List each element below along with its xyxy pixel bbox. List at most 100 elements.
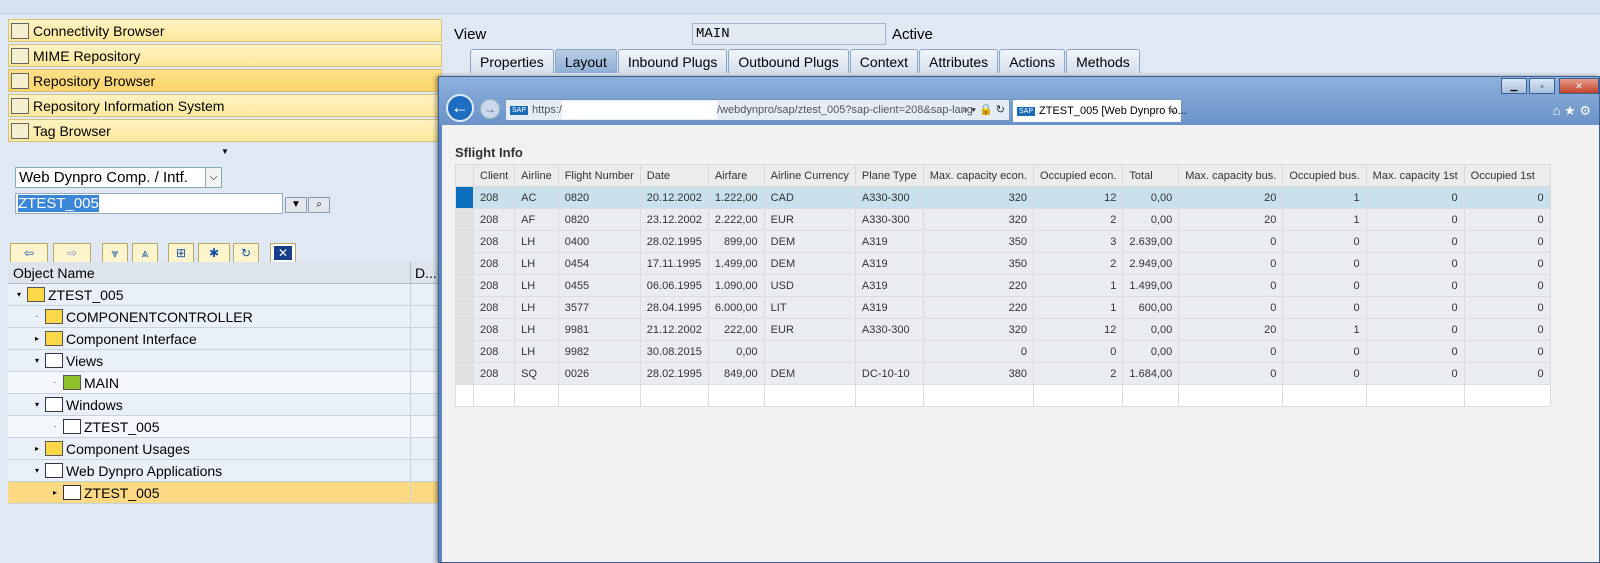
column-header[interactable]: Airline xyxy=(514,164,559,187)
column-header[interactable]: Max. capacity econ. xyxy=(922,164,1034,187)
close-tab-icon[interactable]: ✕ xyxy=(1168,100,1177,122)
table-cell: LH xyxy=(514,274,559,297)
table-row[interactable]: 208 LH 3577 28.04.1995 6.000,00 LIT A319 220 1 60… xyxy=(455,296,1551,319)
column-header[interactable]: Total xyxy=(1122,164,1180,187)
tab-properties[interactable]: Properties xyxy=(470,49,554,73)
tree-node[interactable]: · MAIN xyxy=(8,372,440,394)
column-header[interactable]: Flight Number xyxy=(557,164,641,187)
tab-methods[interactable]: Methods xyxy=(1066,49,1140,73)
column-header[interactable]: Max. capacity 1st xyxy=(1365,164,1465,187)
tab-context[interactable]: Context xyxy=(849,49,919,73)
maximize-button[interactable]: ▫ xyxy=(1529,78,1555,94)
search-lock-refresh-icons[interactable]: ⌕ ▾ 🔒 ↻ xyxy=(962,100,1005,120)
back-button[interactable]: ⇦ xyxy=(10,243,48,263)
object-type-select[interactable]: Web Dynpro Comp. / Intf. ⌵ xyxy=(15,167,222,188)
column-header[interactable]: Occupied 1st xyxy=(1463,164,1551,187)
forward-button[interactable]: ⇨ xyxy=(53,243,91,263)
minimize-button[interactable]: ▁ xyxy=(1501,78,1527,94)
tag-browser-item[interactable]: Tag Browser xyxy=(8,119,442,142)
tree-node[interactable]: ▸ Component Interface xyxy=(8,328,440,350)
forward-arrow-icon[interactable]: → xyxy=(480,99,500,119)
tree-node[interactable]: ▾ Views xyxy=(8,350,440,372)
expander-icon[interactable]: ▾ xyxy=(32,400,42,409)
expander-icon[interactable]: ▾ xyxy=(14,290,24,299)
table-row[interactable]: 208 SQ 0026 28.02.1995 849,00 DEM DC-10-10 380 2… xyxy=(455,362,1551,385)
expander-icon[interactable]: · xyxy=(50,422,60,431)
display-glasses-button[interactable]: ⌕ xyxy=(308,197,330,213)
column-header[interactable]: Max. capacity bus. xyxy=(1178,164,1284,187)
table-row[interactable]: 208 LH 0400 28.02.1995 899,00 DEM A319 350 3 2.63… xyxy=(455,230,1551,253)
row-selector[interactable] xyxy=(455,274,474,297)
expander-icon[interactable]: ▸ xyxy=(32,334,42,343)
row-selector[interactable] xyxy=(455,208,474,231)
column-header[interactable]: Date xyxy=(639,164,709,187)
tree-node[interactable]: ▾ ZTEST_005 xyxy=(8,284,440,306)
table-cell: 1.499,00 xyxy=(707,252,765,275)
select-all-header[interactable] xyxy=(455,164,474,187)
collapse-all-button[interactable]: ⩓ xyxy=(132,243,158,263)
expander-icon[interactable]: ▾ xyxy=(32,466,42,475)
column-header[interactable]: Occupied econ. xyxy=(1032,164,1124,187)
expander-icon[interactable]: ▾ xyxy=(32,356,42,365)
object-name-input[interactable]: ZTEST_005 xyxy=(15,193,283,214)
row-selector[interactable] xyxy=(455,252,474,275)
table-cell: 06.06.1995 xyxy=(639,274,709,297)
table-cell: 23.12.2002 xyxy=(639,208,709,231)
tab-actions[interactable]: Actions xyxy=(999,49,1066,73)
window-icon xyxy=(45,353,63,368)
repository-browser-item[interactable]: Repository Browser xyxy=(8,69,442,92)
close-icon[interactable]: ✕ xyxy=(274,246,292,260)
mime-repository-item[interactable]: MIME Repository xyxy=(8,44,442,67)
expander-icon[interactable]: · xyxy=(50,378,60,387)
tree-node[interactable]: ▾ Windows xyxy=(8,394,440,416)
repository-info-system-item[interactable]: Repository Information System xyxy=(8,94,442,117)
empty-cell xyxy=(1032,384,1124,407)
dropdown-button[interactable]: ▼ xyxy=(285,197,307,213)
connectivity-browser-item[interactable]: Connectivity Browser xyxy=(8,19,442,42)
row-selector[interactable] xyxy=(455,340,474,363)
table-cell: 2.639,00 xyxy=(1122,230,1180,253)
row-selector[interactable] xyxy=(455,296,474,319)
table-row[interactable]: 208 AF 0820 23.12.2002 2.222,00 EUR A330-300 32… xyxy=(455,208,1551,231)
browser-tab[interactable]: SAP ZTEST_005 [Web Dynpro fo... ✕ xyxy=(1012,99,1187,122)
row-selector[interactable] xyxy=(455,318,474,341)
tab-attributes[interactable]: Attributes xyxy=(919,49,999,73)
expand-all-button[interactable]: ⩔ xyxy=(102,243,128,263)
tab-inbound-plugs[interactable]: Inbound Plugs xyxy=(617,49,728,73)
expander-icon[interactable]: · xyxy=(32,312,42,321)
column-header[interactable]: Airline Currency xyxy=(763,164,856,187)
tree-node[interactable]: · COMPONENTCONTROLLER xyxy=(8,306,440,328)
table-row[interactable]: 208 LH 9982 30.08.2015 0,00 0 0 0,00 0 0 0 0 xyxy=(455,340,1551,363)
table-cell: 0 xyxy=(1282,274,1367,297)
column-header[interactable]: Airfare xyxy=(707,164,765,187)
new-object-button[interactable]: ✱ xyxy=(198,243,230,263)
column-header[interactable]: Occupied bus. xyxy=(1282,164,1367,187)
tree-node[interactable]: ▸ Component Usages xyxy=(8,438,440,460)
row-selector[interactable] xyxy=(455,230,474,253)
table-row[interactable]: 208 LH 9981 21.12.2002 222,00 EUR A330-300 320 1… xyxy=(455,318,1551,341)
table-cell: 12 xyxy=(1032,318,1124,341)
tab-layout[interactable]: Layout xyxy=(554,49,617,73)
address-bar[interactable]: SAP https://webdynpro/sap/ztest_005?sap-c… xyxy=(505,99,1010,121)
tab-outbound-plugs[interactable]: Outbound Plugs xyxy=(728,49,849,73)
close-window-button[interactable]: ✕ xyxy=(1559,78,1599,94)
table-row[interactable]: 208 LH 0454 17.11.1995 1.499,00 DEM A319 350 2 2.… xyxy=(455,252,1551,275)
column-header[interactable]: Client xyxy=(472,164,516,187)
tree-node[interactable]: ▾ Web Dynpro Applications xyxy=(8,460,440,482)
table-row[interactable]: 208 AC 0820 20.12.2002 1.222,00 CAD A330-300 32… xyxy=(455,186,1551,209)
collapse-arrow-icon[interactable]: ▼ xyxy=(221,147,229,156)
home-favorites-icons[interactable]: ⌂ ★ ⚙ xyxy=(1553,103,1591,119)
refresh-button[interactable]: ↻ xyxy=(233,243,259,263)
tree-node[interactable]: ▸ ZTEST_005 xyxy=(8,482,440,504)
back-arrow-icon[interactable]: ← xyxy=(446,94,474,122)
expander-icon[interactable]: ▸ xyxy=(32,444,42,453)
table-cell: 28.02.1995 xyxy=(639,362,709,385)
tree-node[interactable]: · ZTEST_005 xyxy=(8,416,440,438)
table-cell: 0 xyxy=(1365,362,1465,385)
column-header[interactable]: Plane Type xyxy=(854,164,924,187)
hierarchy-up-button[interactable]: ⊞ xyxy=(168,243,194,263)
table-row[interactable]: 208 LH 0455 06.06.1995 1.090,00 USD A319 220 1 1.… xyxy=(455,274,1551,297)
row-selector[interactable] xyxy=(455,186,474,209)
row-selector[interactable] xyxy=(455,362,474,385)
expander-icon[interactable]: ▸ xyxy=(50,488,60,497)
